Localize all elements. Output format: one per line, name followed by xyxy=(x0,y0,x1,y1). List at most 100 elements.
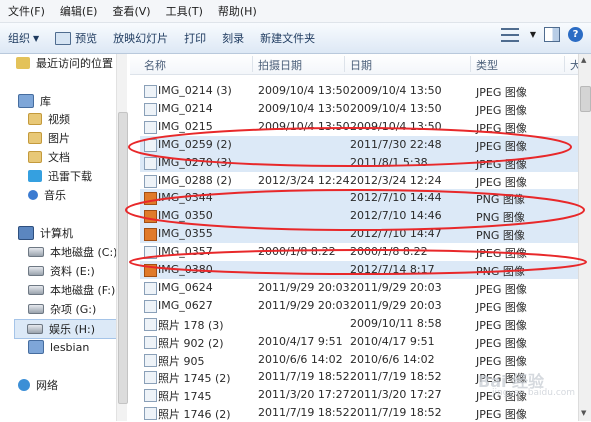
file-date: 2010/4/17 9:51 xyxy=(350,334,435,348)
nav-label: 本地磁盘 (F:) xyxy=(50,284,116,297)
file-row[interactable]: 照片 905 2010/6/6 14:02 2010/6/6 14:02 JPEG 图… xyxy=(140,351,578,369)
file-row[interactable]: IMG_0214 (3) 2009/10/4 13:50 2009/10/4 13:… xyxy=(140,82,578,100)
nav-item-drive-e[interactable]: 资料 (E:) xyxy=(28,262,95,280)
new-folder-button[interactable]: 新建文件夹 xyxy=(252,27,323,49)
jpeg-file-icon xyxy=(144,281,157,295)
jpeg-file-icon xyxy=(144,299,157,313)
file-date: 2011/9/29 20:03 xyxy=(350,298,442,312)
nav-item-drive-h[interactable]: 娱乐 (H:) xyxy=(14,319,124,339)
column-name[interactable]: 名称 xyxy=(144,57,166,73)
nav-label: 最近访问的位置 xyxy=(36,57,113,70)
preview-button[interactable]: 预览 xyxy=(47,27,105,49)
nav-label: 网络 xyxy=(36,379,58,392)
scroll-up-icon[interactable]: ▲ xyxy=(581,56,586,64)
nav-item-drive-c[interactable]: 本地磁盘 (C:) xyxy=(28,243,117,261)
nav-item-lesbian[interactable]: lesbian xyxy=(28,338,89,356)
preview-pane-icon[interactable] xyxy=(544,27,560,42)
nav-scrollbar-thumb[interactable] xyxy=(118,112,128,404)
file-row[interactable]: IMG_0357 2000/1/8 8:22 2000/1/8 8:22 JPEG 图… xyxy=(140,243,578,261)
jpeg-file-icon xyxy=(144,389,157,403)
jpeg-file-icon xyxy=(144,85,157,98)
chevron-down-icon[interactable]: ▼ xyxy=(530,30,536,39)
png-file-icon xyxy=(144,192,157,206)
file-name: 照片 902 (2) xyxy=(158,336,224,350)
nav-item-thunder[interactable]: 迅雷下载 xyxy=(28,167,92,185)
documents-icon xyxy=(28,151,42,163)
file-taken: 2010/4/17 9:51 xyxy=(258,334,343,348)
file-row[interactable]: IMG_0350 2012/7/10 14:46 PNG 图像 xyxy=(140,207,578,226)
nav-item-computer[interactable]: 计算机 xyxy=(18,224,73,242)
help-icon[interactable]: ? xyxy=(568,27,583,42)
file-name: IMG_0259 (2) xyxy=(158,137,232,151)
column-taken[interactable]: 拍摄日期 xyxy=(258,57,302,73)
file-taken: 2009/10/4 13:50 xyxy=(258,101,350,115)
file-taken: 2011/9/29 20:03 xyxy=(258,298,350,312)
file-taken: 2011/7/19 18:52 xyxy=(258,406,350,420)
drive-icon xyxy=(28,304,44,314)
file-type: JPEG 图像 xyxy=(476,282,527,296)
file-type: JPEG 图像 xyxy=(476,247,527,261)
menu-view[interactable]: 查看(V) xyxy=(104,3,157,19)
file-type: JPEG 图像 xyxy=(476,336,527,350)
file-list-scrollbar-thumb[interactable] xyxy=(580,86,591,112)
file-type: JPEG 图像 xyxy=(476,139,527,153)
menu-file[interactable]: 文件(F) xyxy=(0,3,52,19)
nav-item-drive-g[interactable]: 杂项 (G:) xyxy=(28,300,96,318)
file-name: IMG_0288 (2) xyxy=(158,173,232,187)
file-name: IMG_0270 (3) xyxy=(158,155,232,169)
organize-button[interactable]: 组织 ▼ xyxy=(0,27,47,49)
scroll-down-icon[interactable]: ▼ xyxy=(581,409,586,417)
file-type: JPEG 图像 xyxy=(476,103,527,117)
file-row[interactable]: IMG_0627 2011/9/29 20:03 2011/9/29 20:03 JP… xyxy=(140,297,578,315)
file-row[interactable]: 照片 178 (3) 2009/10/11 8:58 JPEG 图像 xyxy=(140,315,578,333)
file-row[interactable]: 照片 902 (2) 2010/4/17 9:51 2010/4/17 9:51 JP… xyxy=(140,333,578,351)
file-name: IMG_0214 xyxy=(158,101,213,115)
file-name: 照片 1745 (2) xyxy=(158,372,231,386)
file-row[interactable]: IMG_0214 2009/10/4 13:50 2009/10/4 13:50 JP… xyxy=(140,100,578,118)
png-file-icon xyxy=(144,228,157,242)
menu-tools[interactable]: 工具(T) xyxy=(158,3,210,19)
jpeg-file-icon xyxy=(144,335,157,349)
file-row[interactable]: IMG_0344 2012/7/10 14:44 PNG 图像 xyxy=(140,189,578,208)
file-name: 照片 905 xyxy=(158,354,205,368)
nav-item-libraries[interactable]: 库 xyxy=(18,92,51,110)
nav-item-recent[interactable]: 最近访问的位置 xyxy=(16,54,113,72)
file-name: 照片 1745 xyxy=(158,390,212,404)
nav-item-videos[interactable]: 视频 xyxy=(28,110,70,128)
file-type: PNG 图像 xyxy=(476,211,525,225)
file-row[interactable]: IMG_0288 (2) 2012/3/24 12:24 2012/3/24 12:… xyxy=(140,172,578,190)
nav-item-pictures[interactable]: 图片 xyxy=(28,129,70,147)
nav-item-music[interactable]: 音乐 xyxy=(28,186,66,204)
jpeg-file-icon xyxy=(144,174,157,188)
column-date[interactable]: 日期 xyxy=(350,57,372,73)
file-list-scrollbar[interactable]: ▲ ▼ xyxy=(578,54,591,421)
column-type[interactable]: 类型 xyxy=(476,57,498,73)
print-button[interactable]: 打印 xyxy=(176,27,214,49)
menu-edit[interactable]: 编辑(E) xyxy=(52,3,105,19)
nav-label: 资料 (E:) xyxy=(50,265,95,278)
file-type: JPEG 图像 xyxy=(476,318,527,332)
menu-help[interactable]: 帮助(H) xyxy=(210,3,264,19)
png-file-icon xyxy=(144,210,157,224)
file-date: 2011/7/19 18:52 xyxy=(350,406,442,420)
file-row[interactable]: IMG_0270 (3) 2011/8/1 5:38 JPEG 图像 xyxy=(140,153,578,172)
nav-scrollbar[interactable] xyxy=(116,54,128,421)
nav-item-network[interactable]: 网络 xyxy=(18,376,58,394)
file-row[interactable]: IMG_0215 2009/10/4 13:50 2009/10/4 13:50 JP… xyxy=(140,118,578,136)
file-row[interactable]: 照片 1746 (2) 2011/7/19 18:52 2011/7/19 18:5… xyxy=(140,404,578,422)
nav-label: 计算机 xyxy=(40,227,73,240)
burn-button[interactable]: 刻录 xyxy=(214,27,252,49)
jpeg-file-icon xyxy=(144,120,157,134)
file-row[interactable]: IMG_0355 2012/7/10 14:47 PNG 图像 xyxy=(140,225,578,244)
nav-item-drive-f[interactable]: 本地磁盘 (F:) xyxy=(28,281,115,299)
file-row[interactable]: IMG_0380 2012/7/14 8:17 PNG 图像 xyxy=(140,261,578,279)
slideshow-button[interactable]: 放映幻灯片 xyxy=(105,27,176,49)
file-name: IMG_0350 xyxy=(158,209,213,223)
library-icon xyxy=(18,94,34,108)
file-row[interactable]: IMG_0259 (2) 2011/7/30 22:48 JPEG 图像 xyxy=(140,135,578,154)
nav-item-documents[interactable]: 文档 xyxy=(28,148,70,166)
view-options-icon[interactable] xyxy=(500,27,519,42)
file-row[interactable]: IMG_0624 2011/9/29 20:03 2011/9/29 20:03 JP… xyxy=(140,279,578,297)
file-date: 2009/10/11 8:58 xyxy=(350,316,442,330)
folder-icon xyxy=(28,340,44,354)
